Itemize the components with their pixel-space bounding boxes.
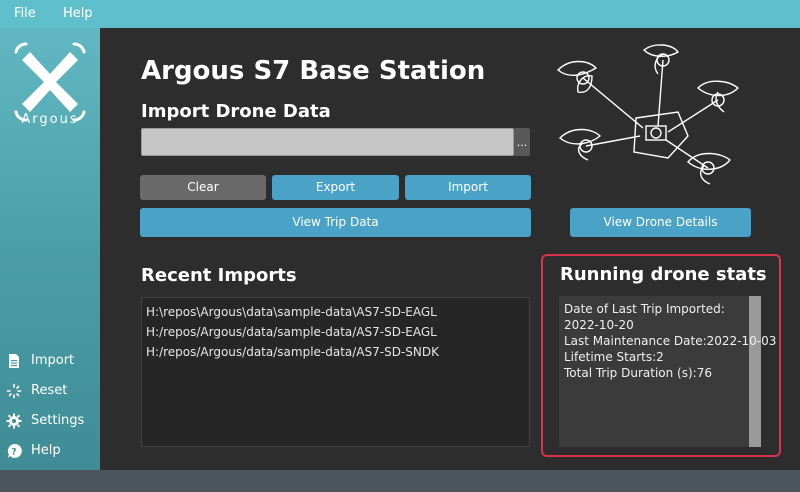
running-stats-title: Running drone stats (560, 264, 767, 285)
clear-button[interactable]: Clear (140, 175, 266, 200)
stats-line: Lifetime Starts:2 (564, 350, 664, 364)
import-button[interactable]: Import (405, 175, 531, 200)
view-trip-data-button[interactable]: View Trip Data (140, 208, 531, 237)
menu-help[interactable]: Help (63, 6, 93, 21)
list-item[interactable]: H:\repos\Argous\data\sample-data\AS7-SD-… (146, 302, 525, 322)
stats-line: Total Trip Duration (s):76 (564, 366, 712, 380)
sidebar: Argous Import Reset Settings ? Help (0, 28, 100, 470)
sidebar-item-help[interactable]: ? Help (0, 439, 100, 463)
sidebar-item-label: Reset (31, 383, 68, 398)
reset-spinner-icon (6, 383, 22, 399)
page-title: Argous S7 Base Station (141, 56, 486, 86)
list-item[interactable]: H:/repos/Argous/data/sample-data/AS7-SD-… (146, 322, 525, 342)
sidebar-item-label: Help (31, 443, 61, 458)
brand-name: Argous (21, 112, 79, 127)
recent-imports-list[interactable]: H:\repos\Argous\data\sample-data\AS7-SD-… (141, 297, 530, 447)
import-section-title: Import Drone Data (141, 101, 331, 122)
svg-text:?: ? (11, 448, 16, 458)
sidebar-item-label: Import (31, 353, 75, 368)
stats-line: Date of Last Trip Imported: (564, 302, 725, 316)
help-icon: ? (7, 443, 22, 458)
stats-line: Last Maintenance Date:2022-10-03 (564, 334, 777, 348)
menu-file[interactable]: File (14, 6, 36, 21)
stats-line: 2022-10-20 (564, 318, 634, 332)
stats-scrollbar[interactable] (749, 296, 761, 447)
browse-button[interactable]: ... (514, 128, 530, 156)
gear-icon (6, 413, 22, 429)
recent-imports-title: Recent Imports (141, 265, 297, 286)
document-icon (9, 354, 19, 368)
drone-illustration (556, 44, 740, 185)
menu-bar: File Help (0, 0, 800, 28)
status-bar (0, 470, 800, 492)
list-item[interactable]: H:/repos/Argous/data/sample-data/AS7-SD-… (146, 342, 525, 362)
sidebar-item-import[interactable]: Import (0, 349, 100, 373)
sidebar-item-label: Settings (31, 413, 85, 428)
view-drone-details-button[interactable]: View Drone Details (570, 208, 751, 237)
import-path-input[interactable] (141, 128, 514, 156)
sidebar-item-reset[interactable]: Reset (0, 379, 100, 403)
sidebar-item-settings[interactable]: Settings (0, 409, 100, 433)
export-button[interactable]: Export (272, 175, 399, 200)
